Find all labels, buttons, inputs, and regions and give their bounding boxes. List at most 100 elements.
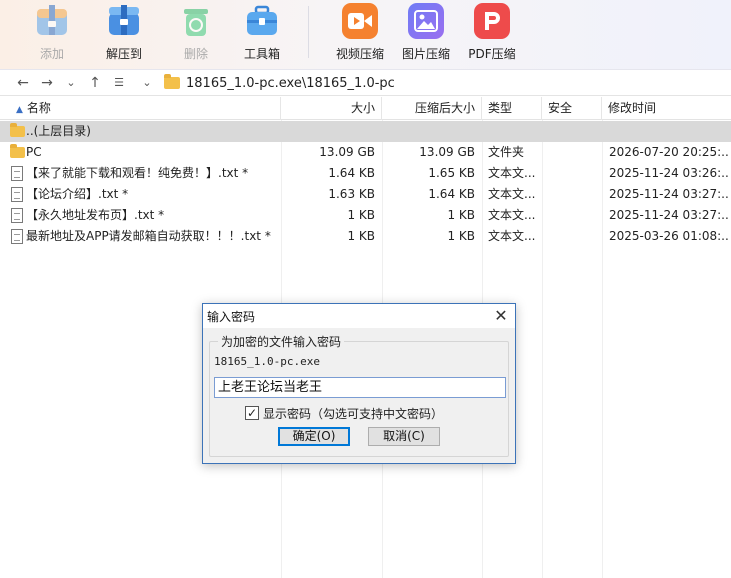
password-input[interactable]: 上老王论坛当老王 [214,377,506,398]
file-type: 文件夹 [488,145,525,159]
path-text: 18165_1.0-pc.exe\18165_1.0-pc [186,75,395,91]
file-packed-size: 13.09 GB [419,145,475,159]
delete-label: 删除 [183,47,208,61]
pdf-compress-label: PDF压缩 [468,47,516,61]
file-size: 13.09 GB [319,145,375,159]
folder-icon [10,144,25,158]
file-row[interactable]: 【论坛介绍】.txt * 1.63 KB 1.64 KB 文本文... 2025-11-… [0,184,731,205]
extract-to-label: 解压到 [105,47,142,61]
file-modified: 2025-11-24 03:27:... [609,187,729,201]
file-row[interactable]: 最新地址及APP请发邮箱自动获取！！！.txt * 1 KB 1 KB 文本文... 2… [0,226,731,247]
password-dialog: 输入密码 ✕ 为加密的文件输入密码 18165_1.0-pc.exe 上老王论坛… [202,303,516,464]
video-compress-icon [342,3,378,39]
image-compress-button[interactable]: 图片压缩 [394,0,458,70]
file-packed-size: 1.65 KB [428,166,475,180]
path-field[interactable]: 18165_1.0-pc.exe\18165_1.0-pc [160,72,728,94]
file-type: 文本文... [488,229,536,243]
file-modified: 2026-07-20 20:25:... [609,145,729,159]
file-row[interactable]: 【来了就能下载和观看！纯免费！】.txt * 1.64 KB 1.65 KB 文本文.… [0,163,731,184]
column-name[interactable]: ▲ 名称 [0,97,281,120]
file-safety [548,121,600,142]
text-file-icon [11,229,23,244]
file-size: 1 KB [347,208,375,222]
sort-up-icon: ▲ [16,105,23,115]
add-button[interactable]: 添加 [20,0,84,70]
path-chevron-down-icon[interactable]: ⌄ [138,74,156,92]
file-packed-size: 1 KB [447,229,475,243]
dialog-title-bar: 输入密码 ✕ [203,304,515,328]
file-name: 【来了就能下载和观看！纯免费！】.txt * [26,166,249,180]
column-size[interactable]: 大小 [281,97,382,120]
address-bar: ← → ⌄ ↑ ☰ ⌄ 18165_1.0-pc.exe\18165_1.0-p… [0,70,731,96]
file-packed-size: 1.64 KB [428,187,475,201]
file-safety [548,163,600,184]
text-file-icon [11,187,23,202]
extract-to-button[interactable]: 解压到 [92,0,156,70]
file-type: 文本文... [488,208,536,222]
video-compress-label: 视频压缩 [335,47,384,61]
file-safety [548,226,600,247]
history-chevron-down-icon[interactable]: ⌄ [62,74,80,92]
delete-recycle-icon [178,3,214,39]
column-modified[interactable]: 修改时间 [602,97,731,120]
file-name: 最新地址及APP请发邮箱自动获取！！！.txt * [26,229,271,243]
file-size: 1.64 KB [328,166,375,180]
toolbox-label: 工具箱 [243,47,280,61]
cancel-button[interactable]: 取消(C) [368,427,440,446]
pdf-compress-button[interactable]: PDF压缩 [460,0,524,70]
show-password-label[interactable]: 显示密码（勾选可支持中文密码） [263,405,443,422]
add-button-label: 添加 [39,47,64,61]
toolbar-separator [308,6,309,58]
file-name: PC [26,145,42,159]
forward-arrow-icon[interactable]: → [38,74,56,92]
extract-to-icon [106,3,142,39]
group-title: 为加密的文件输入密码 [218,333,345,350]
text-file-icon [11,166,23,181]
file-name: 【论坛介绍】.txt * [26,187,129,201]
file-packed-size: 1 KB [447,208,475,222]
file-type: 文本文... [488,187,536,201]
image-compress-icon [408,3,444,39]
close-icon[interactable]: ✕ [487,304,515,328]
password-group: 为加密的文件输入密码 18165_1.0-pc.exe 上老王论坛当老王 ✓ 显… [209,333,509,457]
file-list-header: ▲ 名称 大小 压缩后大小 类型 安全 修改时间 [0,97,731,120]
file-modified [609,121,729,142]
file-modified: 2025-11-24 03:27:... [609,208,729,222]
column-safety[interactable]: 安全 [542,97,602,120]
text-file-icon [11,208,23,223]
view-menu-icon[interactable]: ☰ [110,74,128,92]
file-safety [548,205,600,226]
up-arrow-icon[interactable]: ↑ [86,74,104,92]
dialog-title: 输入密码 [207,310,256,324]
column-packed-size[interactable]: 压缩后大小 [382,97,482,120]
file-row[interactable]: ..(上层目录) [0,121,731,142]
delete-button[interactable]: 删除 [164,0,228,70]
show-password-checkbox[interactable]: ✓ [245,406,259,420]
back-arrow-icon[interactable]: ← [14,74,32,92]
file-safety [548,142,600,163]
image-compress-label: 图片压缩 [401,47,450,61]
file-type [488,121,540,142]
video-compress-button[interactable]: 视频压缩 [328,0,392,70]
encrypted-filename: 18165_1.0-pc.exe [214,355,320,368]
file-type: 文本文... [488,166,536,180]
toolbox-button[interactable]: 工具箱 [230,0,294,70]
add-archive-icon [34,3,70,39]
file-size: 1 KB [347,229,375,243]
file-row[interactable]: 【永久地址发布页】.txt * 1 KB 1 KB 文本文... 2025-11-24 … [0,205,731,226]
file-size [282,121,375,142]
column-type[interactable]: 类型 [482,97,542,120]
file-packed-size [383,121,475,142]
toolbar: 添加 解压到 删除 工具箱 视频压缩 图片压缩 PDF压缩 [0,0,731,70]
file-modified: 2025-03-26 01:08:... [609,229,729,243]
file-size: 1.63 KB [328,187,375,201]
folder-icon [10,123,25,137]
folder-icon [164,74,180,89]
file-name: ..(上层目录) [26,124,91,138]
file-name: 【永久地址发布页】.txt * [26,208,165,222]
toolbox-icon [244,3,280,39]
file-safety [548,184,600,205]
ok-button[interactable]: 确定(O) [278,427,350,446]
file-row[interactable]: PC 13.09 GB 13.09 GB 文件夹 2026-07-20 20:25:..… [0,142,731,163]
pdf-compress-icon [474,3,510,39]
